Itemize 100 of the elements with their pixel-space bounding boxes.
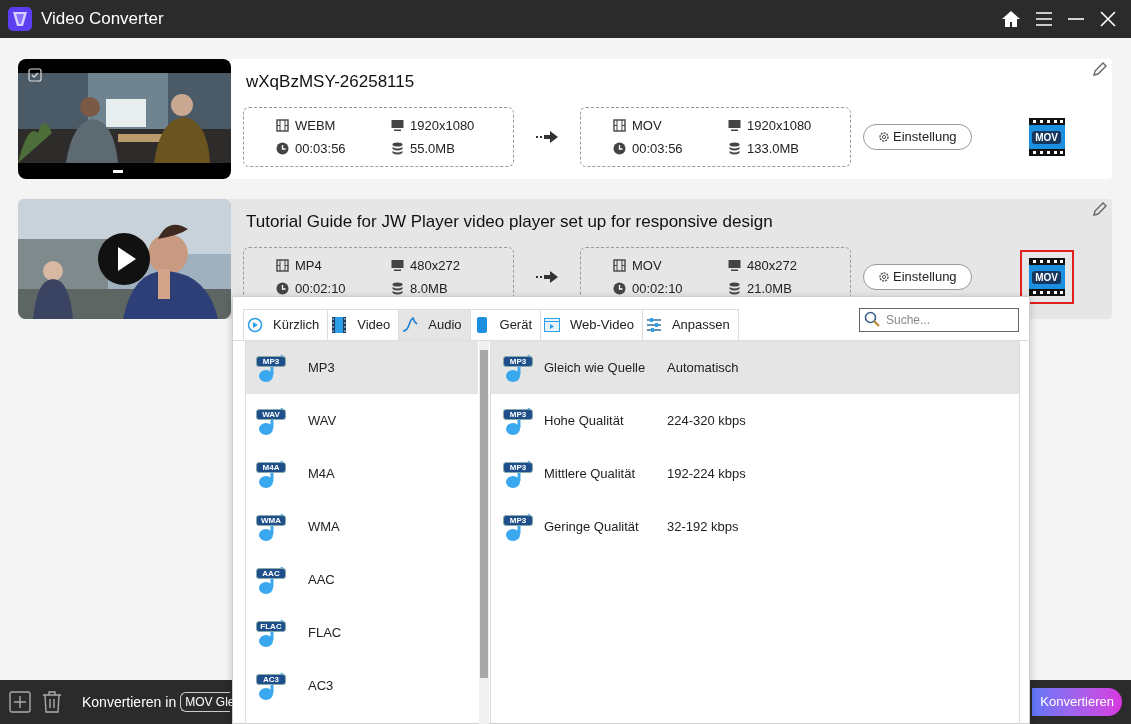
info-value: 1920x1080 — [747, 116, 812, 135]
arrow-icon — [536, 271, 558, 283]
film-icon — [613, 259, 626, 272]
film-icon — [331, 317, 348, 333]
settings-button[interactable]: Einstellung — [863, 124, 972, 150]
sliders-icon — [645, 317, 662, 333]
format-name: WAV — [308, 411, 337, 430]
preset-name: Geringe Qualität — [544, 517, 640, 536]
info-value: MP4 — [295, 256, 322, 275]
monitor-icon — [728, 119, 741, 132]
film-icon — [276, 119, 289, 132]
info-value: WEBM — [295, 116, 336, 135]
info-value: 00:03:56 — [632, 139, 683, 158]
bitrate-text: 32-192 kbps — [667, 517, 739, 536]
preset-name: Mittlere Qualität — [544, 464, 637, 483]
format-tag: MP3 — [503, 461, 533, 473]
preset-list-item[interactable]: MP3 Geringe Qualität 32-192 kbps — [491, 500, 1019, 553]
info-value: MOV — [632, 116, 662, 135]
format-list-item[interactable]: WAV WAV — [246, 394, 478, 447]
app-logo-icon — [8, 7, 32, 31]
search-field[interactable]: Suche... — [859, 308, 1019, 332]
bitrate-text: 192-224 kbps — [667, 464, 746, 483]
format-tag: WMA — [256, 514, 286, 526]
gear-icon — [878, 131, 890, 143]
play-icon[interactable] — [98, 233, 150, 285]
preset-list-item[interactable]: MP3 Mittlere Qualität 192-224 kbps — [491, 447, 1019, 500]
clock-icon — [613, 142, 626, 155]
monitor-icon — [391, 259, 404, 272]
format-name: MP3 — [308, 358, 335, 377]
convert-button[interactable]: Konvertieren — [1032, 688, 1122, 716]
clock-icon — [276, 142, 289, 155]
window-title: Video Converter — [41, 8, 164, 31]
info-value: 21.0MB — [747, 279, 792, 298]
preset-list-item[interactable]: MP3 Hohe Qualität 224-320 kbps — [491, 394, 1019, 447]
film-icon — [276, 259, 289, 272]
format-tag: MP3 — [503, 514, 533, 526]
format-name: FLAC — [308, 623, 342, 642]
info-value: 00:02:10 — [632, 279, 683, 298]
format-list-item[interactable]: AC3 AC3 — [246, 659, 478, 712]
settings-button[interactable]: Einstellung — [863, 264, 972, 290]
browser-icon — [544, 317, 561, 333]
format-tag: MP3 — [503, 355, 533, 367]
info-value: 00:03:56 — [295, 139, 346, 158]
home-icon[interactable] — [1001, 9, 1021, 29]
format-tag: AAC — [256, 567, 286, 579]
convert-to-label: Konvertieren in — [82, 692, 177, 712]
format-tab[interactable]: Anpassen — [641, 309, 739, 340]
database-icon — [728, 142, 741, 155]
format-name: AAC — [308, 570, 335, 589]
video-title: Tutorial Guide for JW Player video player set up for responsive design — [246, 211, 774, 233]
play-circle-icon — [247, 317, 263, 333]
monitor-icon — [391, 119, 404, 132]
trash-icon[interactable] — [42, 691, 62, 713]
format-tag: M4A — [256, 461, 286, 473]
format-tag: MP3 — [256, 355, 286, 367]
checkbox-icon[interactable] — [28, 68, 42, 82]
edit-icon[interactable] — [1092, 61, 1108, 77]
output-format-button[interactable]: MOV — [1019, 250, 1074, 304]
info-value: 133.0MB — [747, 139, 800, 158]
bitrate-text: Automatisch — [667, 358, 739, 377]
add-icon[interactable] — [9, 691, 31, 713]
bitrate-text: 224-320 kbps — [667, 411, 746, 430]
format-name: WMA — [308, 517, 340, 536]
video-title: wXqBzMSY-26258115 — [246, 71, 416, 93]
format-list-item[interactable]: FLAC FLAC — [246, 606, 478, 659]
gear-icon — [878, 271, 890, 283]
format-list-item[interactable]: WMA WMA — [246, 500, 478, 553]
monitor-icon — [728, 259, 741, 272]
preset-list-item[interactable]: MP3 Gleich wie Quelle Automatisch — [491, 341, 1019, 394]
task-card[interactable]: wXqBzMSY-26258115 WEBM 1920x1080 00:03:56 55.0MB MOV 1920x1080 00:03:56 133.0MB Einstellung MOV — [18, 59, 1112, 179]
format-tag: AC3 — [256, 673, 286, 685]
info-value: 8.0MB — [410, 279, 448, 298]
format-tag: FLAC — [256, 620, 286, 632]
info-value: MOV — [632, 256, 662, 275]
database-icon — [391, 142, 404, 155]
info-value: 00:02:10 — [295, 279, 346, 298]
database-icon — [728, 282, 741, 295]
format-tag: MP3 — [503, 408, 533, 420]
info-value: 55.0MB — [410, 139, 455, 158]
edit-icon[interactable] — [1092, 201, 1108, 217]
format-list-item[interactable]: M4A M4A — [246, 447, 478, 500]
close-icon[interactable] — [1099, 10, 1117, 28]
format-name: M4A — [308, 464, 335, 483]
format-list-item[interactable]: AAC AAC — [246, 553, 478, 606]
scrollbar-thumb[interactable] — [480, 350, 488, 678]
info-value: 1920x1080 — [410, 116, 475, 135]
arrow-icon — [536, 131, 558, 143]
format-name: AC3 — [308, 676, 334, 695]
format-tag: WAV — [256, 408, 286, 420]
preset-name: Gleich wie Quelle — [544, 358, 647, 377]
menu-icon[interactable] — [1035, 11, 1053, 27]
format-list-item[interactable]: MP3 MP3 — [246, 341, 478, 394]
info-value: 480x272 — [747, 256, 797, 275]
database-icon — [391, 282, 404, 295]
search-icon — [864, 311, 880, 327]
format-tab[interactable]: Kürzlich — [243, 309, 329, 340]
film-icon — [613, 119, 626, 132]
preset-name: Hohe Qualität — [544, 411, 625, 430]
format-tab[interactable]: Audio — [398, 309, 471, 340]
output-format-button[interactable]: MOV — [1019, 110, 1074, 164]
